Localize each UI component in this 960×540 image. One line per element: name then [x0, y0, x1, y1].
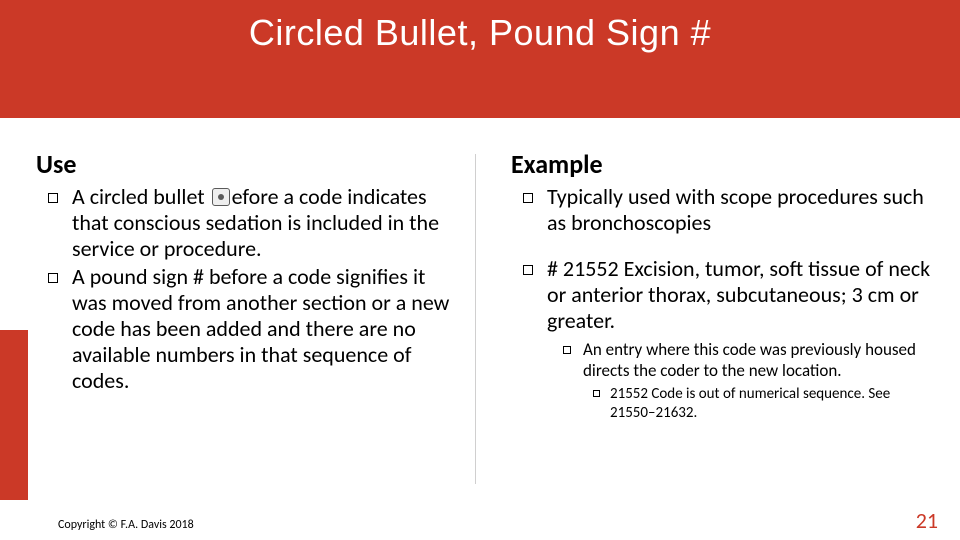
- slide-title: Circled Bullet, Pound Sign #: [249, 12, 711, 54]
- page-number: 21: [916, 507, 938, 534]
- square-bullet-icon: [593, 390, 600, 397]
- use-bullet-1-text: A circled bullet efore a code indicates …: [72, 184, 459, 262]
- spacer: [511, 238, 934, 256]
- use-bullet-1: A circled bullet efore a code indicates …: [48, 184, 459, 262]
- copyright-text: Copyright © F.A. Davis 2018: [58, 518, 194, 532]
- title-band: Circled Bullet, Pound Sign #: [0, 0, 960, 118]
- example-bullet-2a-text: An entry where this code was previously …: [583, 340, 934, 381]
- example-bullet-1-text: Typically used with scope procedures suc…: [547, 184, 934, 236]
- content-area: Use A circled bullet efore a code indica…: [0, 118, 960, 424]
- example-bullet-2a1-text: 21552 Code is out of numerical sequence.…: [610, 385, 934, 422]
- example-bullet-1: Typically used with scope procedures suc…: [523, 184, 934, 236]
- use-bullet-2: A pound sign # before a code signifies i…: [48, 264, 459, 394]
- use-heading: Use: [36, 148, 459, 180]
- example-bullet-2: # 21552 Excision, tumor, soft tissue of …: [523, 256, 934, 334]
- circled-bullet-icon: [212, 188, 230, 206]
- example-heading: Example: [511, 148, 934, 180]
- example-bullet-2a1: 21552 Code is out of numerical sequence.…: [593, 385, 934, 422]
- example-bullet-2-text: # 21552 Excision, tumor, soft tissue of …: [547, 256, 934, 334]
- square-bullet-icon: [48, 273, 58, 283]
- left-accent-bar: [0, 330, 28, 500]
- example-bullet-2a: An entry where this code was previously …: [563, 340, 934, 381]
- square-bullet-icon: [48, 193, 58, 203]
- square-bullet-icon: [523, 193, 533, 203]
- square-bullet-icon: [563, 346, 571, 354]
- use-bullet-2-text: A pound sign # before a code signifies i…: [72, 264, 459, 394]
- left-column: Use A circled bullet efore a code indica…: [36, 148, 479, 424]
- square-bullet-icon: [523, 265, 533, 275]
- vertical-divider: [475, 154, 476, 484]
- use-b1-pre: A circled bullet: [72, 183, 210, 210]
- right-column: Example Typically used with scope proced…: [479, 148, 934, 424]
